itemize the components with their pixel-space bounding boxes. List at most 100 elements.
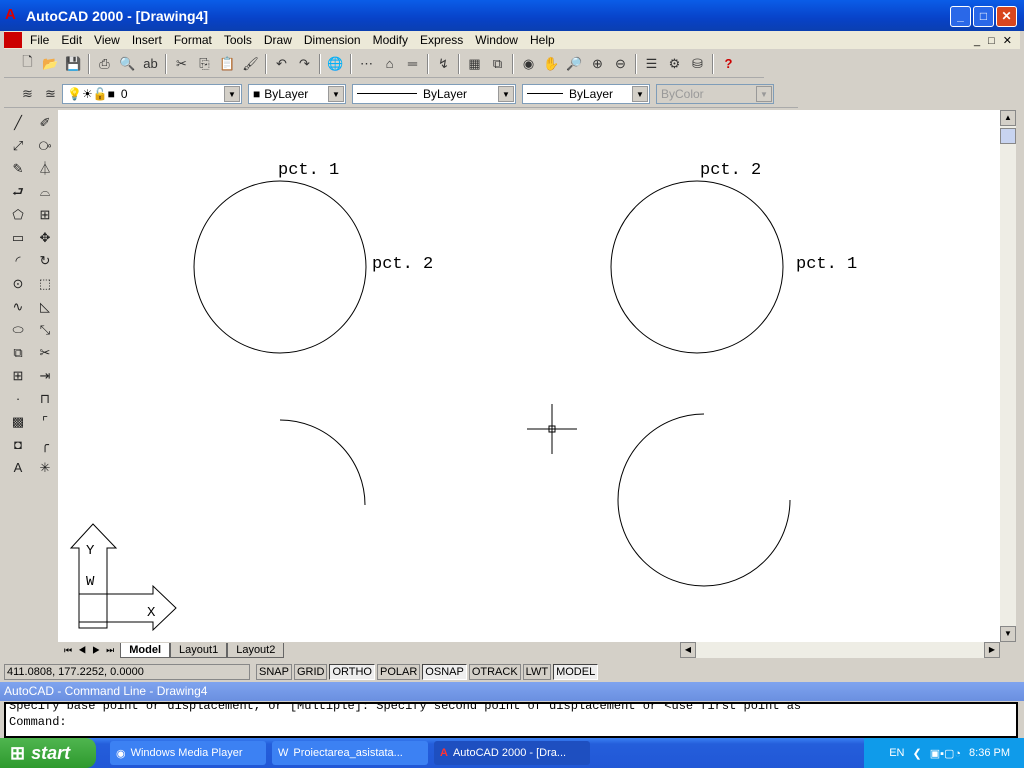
- print-icon[interactable]: ⎙: [93, 53, 116, 75]
- menu-express[interactable]: Express: [414, 33, 469, 47]
- scroll-left-icon[interactable]: ◀: [680, 642, 696, 658]
- print-preview-icon[interactable]: 🔍: [116, 53, 139, 75]
- toggle-polar[interactable]: POLAR: [377, 663, 421, 680]
- toggle-osnap[interactable]: OSNAP: [422, 663, 467, 680]
- trim-icon[interactable]: ✂: [33, 342, 57, 364]
- chevron-down-icon[interactable]: ▼: [224, 85, 240, 102]
- task-autocad[interactable]: A AutoCAD 2000 - [Dra...: [434, 741, 590, 765]
- hyperlink-icon[interactable]: ⋯: [355, 53, 378, 75]
- toggle-model[interactable]: MODEL: [553, 663, 599, 680]
- drawing-area[interactable]: pct. 1 pct. 2 pct. 2 pct. 1 Y W X: [58, 110, 1000, 642]
- scale-icon[interactable]: ⬚: [33, 273, 57, 295]
- color-select[interactable]: ■ ByLayer ▼: [248, 83, 346, 104]
- move-icon[interactable]: ✥: [33, 227, 57, 249]
- rotate-icon[interactable]: ↻: [33, 250, 57, 272]
- circle-top-right[interactable]: [610, 180, 784, 354]
- linetype-select[interactable]: ByLayer ▼: [352, 83, 516, 104]
- minimize-button[interactable]: _: [950, 6, 971, 27]
- toggle-lwt[interactable]: LWT: [522, 663, 552, 680]
- redo-icon[interactable]: ↷: [293, 53, 316, 75]
- named-views-icon[interactable]: ◉: [517, 53, 540, 75]
- layers-icon[interactable]: ≋: [16, 83, 39, 105]
- paste-icon[interactable]: 📋: [216, 53, 239, 75]
- design-center-icon[interactable]: ⚙: [663, 53, 686, 75]
- explode-icon[interactable]: ✳: [33, 457, 57, 479]
- menu-dimension[interactable]: Dimension: [298, 33, 367, 47]
- arc-bottom-left[interactable]: [279, 419, 366, 506]
- menu-insert[interactable]: Insert: [126, 33, 168, 47]
- break-icon[interactable]: ⊓: [33, 388, 57, 410]
- copy-object-icon[interactable]: ⧂: [33, 135, 57, 157]
- menu-edit[interactable]: Edit: [55, 33, 88, 47]
- spline-icon[interactable]: ∿: [6, 296, 30, 318]
- point-icon[interactable]: ·: [6, 388, 30, 410]
- distance-icon[interactable]: ↯: [432, 53, 455, 75]
- circle-icon[interactable]: ⊙: [6, 273, 30, 295]
- menu-tools[interactable]: Tools: [218, 33, 258, 47]
- insert-block-icon[interactable]: ⧉: [6, 342, 30, 364]
- task-word-document[interactable]: W Proiectarea_asistata...: [272, 741, 428, 765]
- chevron-down-icon[interactable]: ▼: [328, 85, 344, 102]
- aerial-view-icon[interactable]: ▦: [463, 53, 486, 75]
- viewports-icon[interactable]: ⧉: [486, 53, 509, 75]
- web-icon[interactable]: 🌐: [324, 53, 347, 75]
- match-properties-icon[interactable]: 🖌: [239, 53, 262, 75]
- menu-help[interactable]: Help: [524, 33, 561, 47]
- line-icon[interactable]: ╱: [6, 112, 30, 134]
- tray-icons[interactable]: ▣▪▢◔: [930, 747, 961, 760]
- erase-icon[interactable]: ✐: [33, 112, 57, 134]
- arc-icon[interactable]: ◜: [6, 250, 30, 272]
- rectangle-icon[interactable]: ▭: [6, 227, 30, 249]
- cut-icon[interactable]: ✂: [170, 53, 193, 75]
- lineweight-select[interactable]: ByLayer ▼: [522, 83, 650, 104]
- undo-icon[interactable]: ↶: [270, 53, 293, 75]
- ucs-icon[interactable]: ═: [401, 53, 424, 75]
- start-button[interactable]: ⊞ start: [0, 738, 96, 768]
- stretch-icon[interactable]: ◺: [33, 296, 57, 318]
- toggle-otrack[interactable]: OTRACK: [468, 663, 521, 680]
- ellipse-icon[interactable]: ⬭: [6, 319, 30, 341]
- chamfer-icon[interactable]: ⌜: [33, 411, 57, 433]
- tray-expand-icon[interactable]: ❮: [912, 747, 921, 760]
- tab-model[interactable]: Model: [120, 642, 171, 658]
- document-controls[interactable]: _□✕: [974, 34, 1020, 47]
- make-layer-current-icon[interactable]: ≊: [39, 83, 62, 105]
- toggle-ortho[interactable]: ORTHO: [329, 663, 375, 680]
- layer-select[interactable]: 💡☀🔓■ 0 ▼: [62, 83, 242, 104]
- lengthen-icon[interactable]: ⤡: [33, 319, 57, 341]
- save-icon[interactable]: 💾: [62, 53, 85, 75]
- language-indicator[interactable]: EN: [889, 747, 904, 759]
- drawing-svg[interactable]: pct. 1 pct. 2 pct. 2 pct. 1 Y W X: [58, 110, 1000, 642]
- object-snap-icon[interactable]: ⌂: [378, 53, 401, 75]
- command-prompt[interactable]: Command:: [9, 714, 1016, 730]
- circle-top-left[interactable]: [193, 180, 367, 354]
- mirror-icon[interactable]: ⏃: [33, 158, 57, 180]
- scroll-right-icon[interactable]: ▶: [984, 642, 1000, 658]
- construction-line-icon[interactable]: ⤢: [6, 135, 30, 157]
- fillet-icon[interactable]: ╭: [33, 434, 57, 456]
- help-icon[interactable]: ?: [717, 53, 740, 75]
- scroll-thumb[interactable]: [1000, 128, 1016, 144]
- array-icon[interactable]: ⊞: [33, 204, 57, 226]
- copy-icon[interactable]: ⎘: [193, 53, 216, 75]
- document-icon[interactable]: [4, 32, 22, 48]
- hatch-icon[interactable]: ▩: [6, 411, 30, 433]
- toggle-snap[interactable]: SNAP: [256, 663, 292, 680]
- maximize-button[interactable]: □: [973, 6, 994, 27]
- multiline-icon[interactable]: ⮐: [6, 181, 30, 203]
- make-block-icon[interactable]: ⊞: [6, 365, 30, 387]
- command-line[interactable]: Specify base point or displacement, or […: [4, 702, 1018, 738]
- menu-file[interactable]: File: [24, 33, 55, 47]
- chevron-down-icon[interactable]: ▼: [498, 85, 514, 102]
- spelling-icon[interactable]: ab: [139, 53, 162, 75]
- pan-icon[interactable]: ✋: [540, 53, 563, 75]
- chevron-down-icon[interactable]: ▼: [632, 85, 648, 102]
- extend-icon[interactable]: ⇥: [33, 365, 57, 387]
- tab-nav-arrows[interactable]: ⏮◀▶⏭: [58, 645, 120, 656]
- text-icon[interactable]: A: [6, 457, 30, 479]
- tab-layout2[interactable]: Layout2: [227, 642, 285, 658]
- zoom-window-icon[interactable]: ⊕: [586, 53, 609, 75]
- scroll-up-icon[interactable]: ▲: [1000, 110, 1016, 126]
- polygon-icon[interactable]: ⬠: [6, 204, 30, 226]
- menu-format[interactable]: Format: [168, 33, 218, 47]
